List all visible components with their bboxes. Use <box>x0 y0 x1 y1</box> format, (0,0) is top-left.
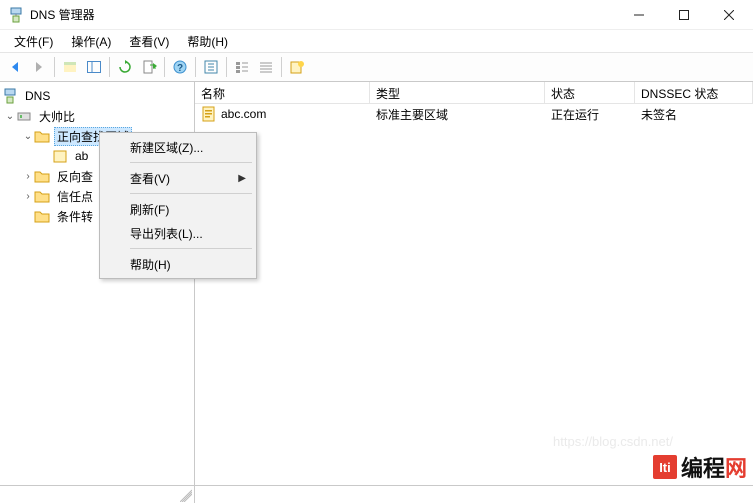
cell-status: 正在运行 <box>545 106 635 123</box>
toolbar: ? <box>0 52 753 82</box>
filter-button[interactable] <box>200 56 222 78</box>
ctx-separator <box>130 162 252 163</box>
zone-icon <box>52 149 68 163</box>
server-icon <box>16 108 32 124</box>
window-controls <box>616 0 751 29</box>
dns-root-icon <box>2 88 18 104</box>
faint-watermark: https://blog.csdn.net/ <box>553 434 673 449</box>
list-header: 名称 类型 状态 DNSSEC 状态 <box>195 82 753 104</box>
ctx-label: 刷新(F) <box>130 201 169 218</box>
ctx-label: 导出列表(L)... <box>130 225 203 242</box>
splitter-handle[interactable] <box>0 486 195 503</box>
ctx-label: 帮助(H) <box>130 256 171 273</box>
watermark: Iti 编程网 <box>653 451 747 483</box>
col-status[interactable]: 状态 <box>545 82 635 103</box>
tree-label: DNS <box>22 88 53 104</box>
export-button[interactable] <box>138 56 160 78</box>
ctx-help[interactable]: 帮助(H) <box>102 252 254 276</box>
minimize-button[interactable] <box>616 0 661 29</box>
menu-help[interactable]: 帮助(H) <box>179 31 236 52</box>
status-bar <box>0 485 753 503</box>
show-hide-tree-button[interactable] <box>83 56 105 78</box>
tree-server[interactable]: ⌄ 大帅比 <box>0 106 194 126</box>
watermark-text-red: 网 <box>725 456 747 481</box>
ctx-separator <box>130 248 252 249</box>
forward-button[interactable] <box>28 56 50 78</box>
watermark-text: 编程网 <box>681 451 747 483</box>
cell-dnssec: 未签名 <box>635 106 753 123</box>
menu-file[interactable]: 文件(F) <box>6 31 61 52</box>
folder-icon <box>34 209 50 223</box>
new-zone-button[interactable] <box>286 56 308 78</box>
ctx-label: 新建区域(Z)... <box>130 139 203 156</box>
menu-bar: 文件(F) 操作(A) 查看(V) 帮助(H) <box>0 30 753 52</box>
cell-name-text: abc.com <box>221 107 266 121</box>
zone-file-icon <box>201 106 217 122</box>
toolbar-separator <box>281 57 282 77</box>
watermark-logo: Iti <box>653 455 677 479</box>
toolbar-separator <box>195 57 196 77</box>
context-menu: 新建区域(Z)... 查看(V) ▶ 刷新(F) 导出列表(L)... 帮助(H) <box>99 132 257 279</box>
expander-icon[interactable]: ⌄ <box>4 110 16 122</box>
ctx-new-zone[interactable]: 新建区域(Z)... <box>102 135 254 159</box>
close-button[interactable] <box>706 0 751 29</box>
maximize-button[interactable] <box>661 0 706 29</box>
title-bar: DNS 管理器 <box>0 0 753 30</box>
back-button[interactable] <box>4 56 26 78</box>
ctx-label: 查看(V) <box>130 170 170 187</box>
tree-label: 条件转 <box>54 207 96 226</box>
menu-action[interactable]: 操作(A) <box>63 31 119 52</box>
tree-label: ab <box>72 148 91 164</box>
cell-type: 标准主要区域 <box>370 106 545 123</box>
folder-icon <box>34 189 50 203</box>
toolbar-separator <box>164 57 165 77</box>
ctx-view[interactable]: 查看(V) ▶ <box>102 166 254 190</box>
folder-icon <box>34 129 50 143</box>
app-icon <box>8 7 24 23</box>
toolbar-separator <box>54 57 55 77</box>
toolbar-separator <box>226 57 227 77</box>
window-title: DNS 管理器 <box>30 6 616 23</box>
col-dnssec[interactable]: DNSSEC 状态 <box>635 82 753 103</box>
tree-label: 信任点 <box>54 187 96 206</box>
new-window-button[interactable] <box>59 56 81 78</box>
tree-label: 反向查 <box>54 167 96 186</box>
expander-icon[interactable]: › <box>22 170 34 182</box>
list-row[interactable]: abc.com 标准主要区域 正在运行 未签名 <box>195 104 753 124</box>
tree-label: 大帅比 <box>36 107 78 126</box>
refresh-button[interactable] <box>114 56 136 78</box>
expander-icon[interactable]: › <box>22 190 34 202</box>
ctx-export-list[interactable]: 导出列表(L)... <box>102 221 254 245</box>
grip-icon <box>180 488 192 502</box>
list-detail-button[interactable] <box>255 56 277 78</box>
expander-icon[interactable]: ⌄ <box>22 130 34 142</box>
svg-text:?: ? <box>177 63 183 74</box>
folder-icon <box>34 169 50 183</box>
list-panel: 名称 类型 状态 DNSSEC 状态 abc.com 标准主要区域 正在运行 未… <box>195 82 753 485</box>
ctx-separator <box>130 193 252 194</box>
ctx-refresh[interactable]: 刷新(F) <box>102 197 254 221</box>
help-button[interactable]: ? <box>169 56 191 78</box>
submenu-arrow-icon: ▶ <box>238 173 246 184</box>
toolbar-separator <box>109 57 110 77</box>
col-name[interactable]: 名称 <box>195 82 370 103</box>
col-type[interactable]: 类型 <box>370 82 545 103</box>
cell-name: abc.com <box>195 106 370 122</box>
menu-view[interactable]: 查看(V) <box>121 31 177 52</box>
watermark-text-black: 编程 <box>681 456 725 481</box>
list-large-button[interactable] <box>231 56 253 78</box>
tree-root-dns[interactable]: DNS <box>0 86 194 106</box>
